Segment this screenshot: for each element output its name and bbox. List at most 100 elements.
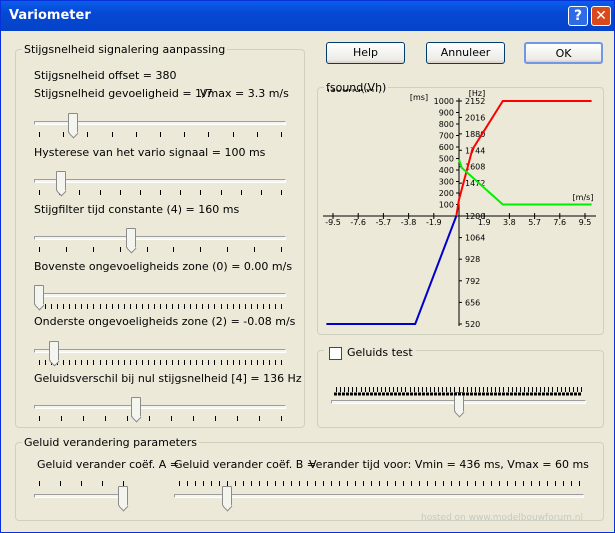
slider-tick — [39, 416, 40, 421]
slider-tick — [39, 481, 40, 486]
slider-tick — [203, 481, 204, 486]
slider-track — [34, 179, 286, 183]
slider-tick — [232, 360, 234, 365]
slider-tick — [87, 304, 89, 309]
variometer-window: Variometer ? ✕ Stijgsnelheid signalering… — [0, 0, 615, 533]
sensitivity-slider[interactable] — [34, 113, 286, 141]
cancel-button[interactable]: Annuleer — [426, 42, 505, 64]
slider-tick — [475, 481, 476, 486]
slider-tick — [214, 304, 216, 309]
lower-zone-slider[interactable] — [34, 341, 286, 369]
slider-tick — [243, 481, 244, 486]
slider-tick — [135, 304, 137, 309]
hz-tick-label: 1744 — [465, 146, 485, 155]
slider-thumb[interactable] — [130, 397, 141, 417]
slider-thumb[interactable] — [34, 285, 44, 305]
slider-tick — [232, 304, 234, 309]
slider-track — [34, 293, 286, 297]
coef-b-slider[interactable] — [174, 481, 584, 514]
ms-tick-label: 800 — [439, 120, 454, 129]
slider-tick — [99, 304, 101, 309]
slider-tick — [563, 481, 564, 486]
slider-thumb[interactable] — [125, 228, 136, 248]
close-button[interactable]: ✕ — [591, 6, 611, 26]
slider-tick — [92, 247, 94, 252]
slider-tick — [153, 360, 155, 365]
slider-track — [34, 405, 286, 409]
help-button[interactable]: Help — [326, 42, 405, 64]
slider-tick — [215, 416, 216, 421]
slider-tick — [147, 304, 149, 309]
slider-tick — [211, 481, 212, 486]
slider-tick — [147, 360, 149, 365]
slider-tick — [87, 132, 89, 137]
ms-tick-label: 900 — [439, 109, 454, 118]
slider-tick — [256, 132, 258, 137]
hz-tick-label: 928 — [465, 255, 480, 264]
slider-tick — [184, 132, 186, 137]
slider-tick — [39, 360, 40, 365]
slider-tick — [63, 132, 65, 137]
slider-thumb[interactable] — [118, 486, 128, 506]
slider-tick — [200, 247, 202, 252]
x-tick-label: -3.8 — [401, 218, 417, 227]
x-tick-label: 5.7 — [528, 218, 541, 227]
slider-tick — [237, 416, 238, 421]
slider-tick — [395, 481, 396, 486]
coef-a-slider[interactable] — [34, 481, 128, 514]
slider-tick — [105, 360, 107, 365]
slider-thumb[interactable] — [55, 171, 66, 191]
sound-diff-slider[interactable] — [34, 397, 286, 425]
slider-tick — [539, 481, 540, 486]
upper-zone-slider[interactable] — [34, 285, 286, 313]
slider-thumb[interactable] — [222, 486, 232, 506]
slider-tick — [268, 360, 270, 365]
slider-tick — [141, 304, 143, 309]
hz-tick-label: 792 — [465, 277, 480, 286]
hysteresis-slider[interactable] — [34, 171, 286, 199]
slider-thumb[interactable] — [48, 341, 59, 361]
slider-tick — [160, 190, 161, 195]
watermark: hosted on www.modelbouwforum.nl — [421, 513, 583, 523]
x-tick-label: 3.8 — [503, 218, 516, 227]
slider-tick — [259, 481, 260, 486]
slider-tick — [129, 360, 131, 365]
slider-tick — [220, 190, 222, 195]
slider-tick — [60, 481, 61, 486]
slider-tick — [291, 481, 292, 486]
slider-tick — [220, 360, 222, 365]
title-bar[interactable]: Variometer ? ✕ — [1, 1, 614, 31]
ms-tick-label: 200 — [439, 189, 454, 198]
chart-title: fsound(Vh) — [327, 89, 382, 95]
ms-tick-label: 500 — [439, 155, 454, 164]
slider-tick — [244, 304, 246, 309]
ms-tick-label: 600 — [439, 143, 454, 152]
slider-tick — [256, 360, 258, 365]
slider-tick — [202, 304, 204, 309]
filter-slider[interactable] — [34, 228, 286, 256]
slider-tick — [499, 481, 500, 486]
sound-test-checkbox[interactable] — [329, 347, 342, 360]
slider-tick — [262, 304, 264, 309]
help-title-button[interactable]: ? — [568, 6, 588, 26]
slider-tick — [459, 481, 460, 486]
slider-tick — [141, 360, 143, 365]
slider-tick — [160, 360, 161, 365]
slider-tick — [160, 304, 161, 309]
ok-button[interactable]: OK — [524, 42, 603, 64]
sound-test-slider[interactable] — [331, 387, 586, 420]
ms-tick-label: 100 — [439, 201, 454, 210]
slider-tick — [254, 247, 256, 252]
slider-tick — [39, 190, 40, 195]
slider-tick — [283, 481, 284, 486]
slider-thumb[interactable] — [67, 113, 78, 133]
slider-tick — [184, 360, 186, 365]
slider-tick — [63, 360, 65, 365]
slider-tick — [227, 247, 229, 252]
slider-tick — [427, 481, 428, 486]
slider-tick — [135, 360, 137, 365]
slider-tick — [111, 132, 113, 137]
slider-tick — [83, 416, 84, 421]
slider-tick — [371, 481, 372, 486]
coef-b-label: Geluid verander coëf. B = — [174, 458, 317, 471]
